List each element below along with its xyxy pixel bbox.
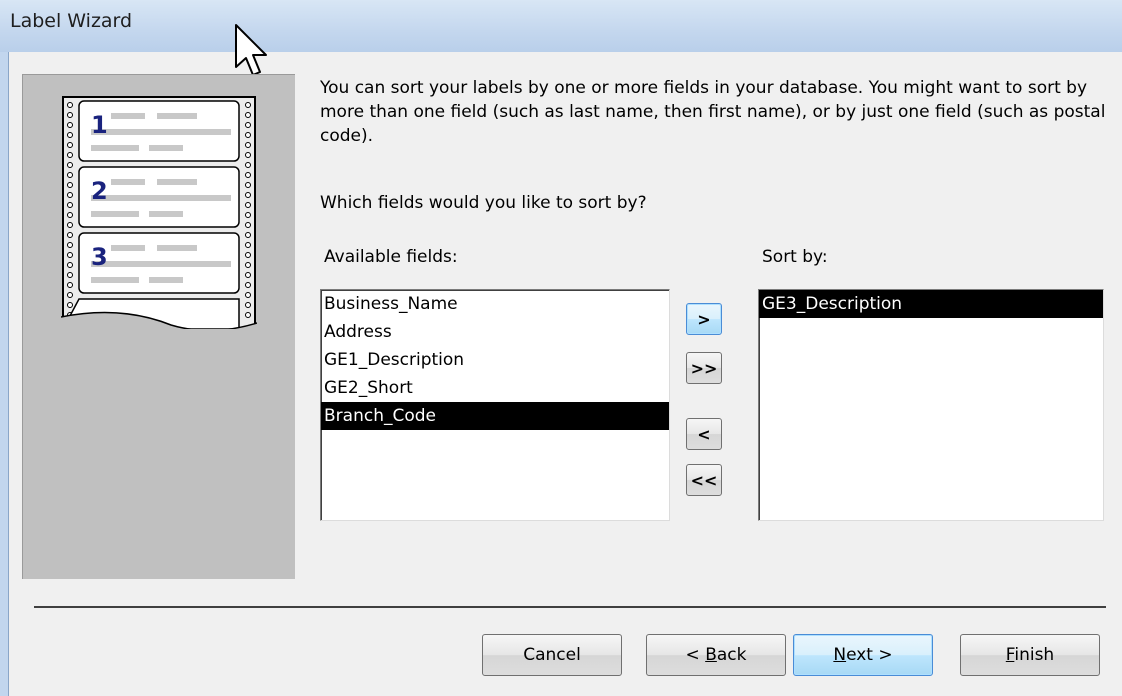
list-item[interactable]: Business_Name [321, 290, 669, 318]
available-fields-list[interactable]: Business_Name Address GE1_Description GE… [320, 289, 670, 521]
back-button-text: ack [716, 645, 747, 665]
label-number-1: 1 [91, 111, 108, 139]
sort-by-list[interactable]: GE3_Description [758, 289, 1104, 521]
back-button-accelerator: B [705, 645, 717, 665]
list-item[interactable]: Address [321, 318, 669, 346]
label-sheet-icon: 1 2 3 [61, 96, 257, 329]
list-item[interactable]: GE2_Short [321, 374, 669, 402]
list-item-selected[interactable]: Branch_Code [321, 402, 669, 430]
back-button-prefix: < [685, 645, 706, 665]
next-button-accelerator: N [833, 645, 847, 665]
window-frame [0, 52, 9, 696]
back-button[interactable]: < Back [646, 634, 786, 676]
title-bar: Label Wizard [0, 0, 1122, 52]
add-all-fields-button[interactable]: >> [686, 352, 722, 384]
remove-field-button[interactable]: < [686, 418, 722, 450]
available-fields-label: Available fields: [324, 247, 458, 267]
cancel-button-label: Cancel [523, 645, 581, 665]
instructions-text: You can sort your labels by one or more … [320, 78, 1106, 146]
separator [34, 606, 1106, 608]
label-number-3: 3 [91, 243, 108, 271]
remove-all-fields-button[interactable]: << [686, 464, 722, 496]
window-title: Label Wizard [10, 10, 133, 32]
label-number-2: 2 [91, 177, 108, 205]
sort-by-label: Sort by: [762, 247, 828, 267]
finish-button-text: inish [1014, 645, 1055, 665]
cancel-button[interactable]: Cancel [482, 634, 622, 676]
list-item-selected[interactable]: GE3_Description [759, 290, 1103, 318]
add-field-button[interactable]: > [686, 303, 722, 335]
sort-question: Which fields would you like to sort by? [320, 193, 647, 213]
next-button-text: ext > [846, 645, 893, 665]
next-button[interactable]: Next > [793, 634, 933, 676]
mouse-cursor-icon [235, 24, 267, 76]
finish-button[interactable]: Finish [960, 634, 1100, 676]
label-illustration-panel: 1 2 3 [22, 74, 295, 579]
list-item[interactable]: GE1_Description [321, 346, 669, 374]
